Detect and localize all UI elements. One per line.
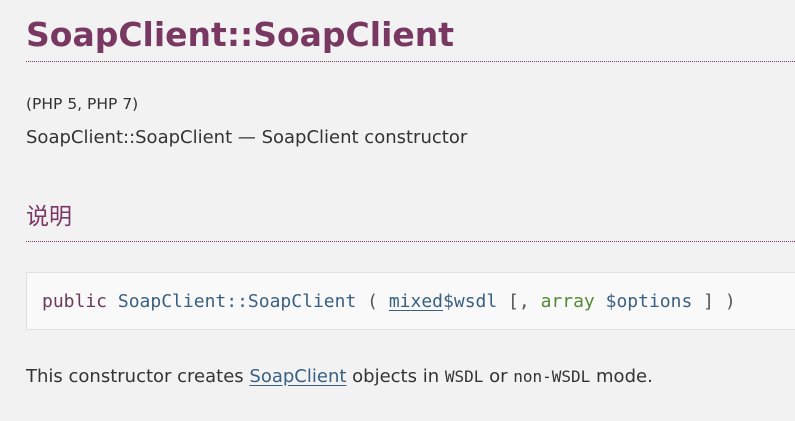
synopsis-param-wsdl: $wsdl	[443, 291, 498, 312]
synopsis-optional-open: [,	[508, 291, 530, 312]
section-title-description: 说明	[26, 204, 72, 230]
synopsis-type-array: array	[540, 291, 595, 312]
soapclient-class-link[interactable]: SoapClient	[249, 366, 346, 387]
literal-non-wsdl: non-WSDL	[513, 367, 591, 386]
literal-wsdl: WSDL	[444, 367, 484, 386]
method-synopsis: public SoapClient::SoapClient ( mixed$ws…	[26, 272, 795, 330]
description-text-or: or	[483, 366, 514, 387]
section-divider	[26, 241, 795, 242]
doc-page: SoapClient::SoapClient (PHP 5, PHP 7) So…	[0, 0, 795, 421]
synopsis-optional-close: ]	[703, 291, 714, 312]
description-paragraph: This constructor creates SoapClient obje…	[26, 366, 653, 387]
page-title: SoapClient::SoapClient	[26, 15, 455, 54]
synopsis-method-name: SoapClient::SoapClient	[117, 291, 357, 312]
version-info: (PHP 5, PHP 7)	[26, 95, 139, 113]
synopsis-type-mixed-link[interactable]: mixed	[389, 291, 443, 312]
description-text-objects: objects in	[346, 366, 445, 387]
synopsis-open-paren: (	[367, 291, 378, 312]
synopsis-modifier: public	[42, 291, 108, 312]
ref-purpose: SoapClient::SoapClient — SoapClient cons…	[26, 127, 468, 148]
description-text-start: This constructor creates	[26, 366, 250, 387]
synopsis-param-options: $options	[605, 291, 693, 312]
description-text-end: mode.	[590, 366, 653, 387]
title-divider	[26, 61, 795, 62]
synopsis-close-paren: )	[724, 291, 736, 312]
